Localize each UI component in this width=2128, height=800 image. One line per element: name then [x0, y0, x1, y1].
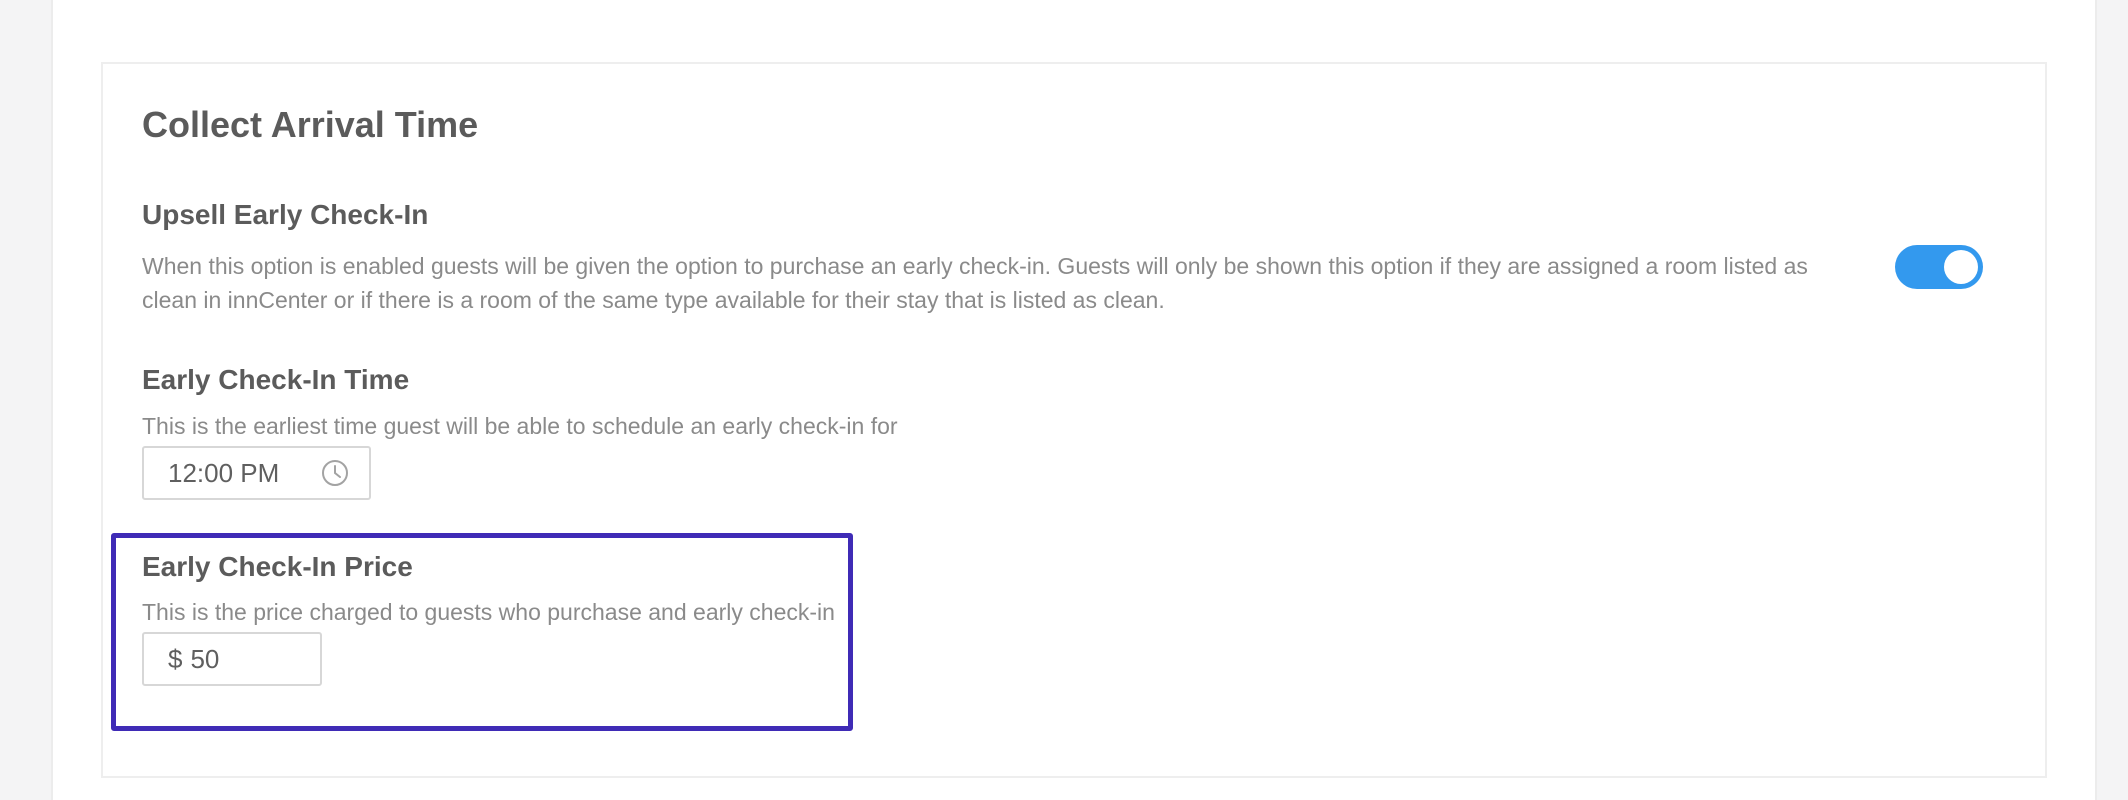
early-checkin-time-input[interactable]: 12:00 PM	[142, 446, 371, 500]
upsell-early-checkin-toggle[interactable]	[1895, 245, 1983, 289]
toggle-knob	[1944, 250, 1978, 284]
time-value: 12:00 PM	[168, 457, 280, 488]
upsell-early-checkin-title: Upsell Early Check-In	[142, 199, 429, 230]
clock-icon[interactable]	[321, 459, 349, 487]
early-checkin-time-title: Early Check-In Time	[142, 364, 410, 395]
section-title: Collect Arrival Time	[142, 104, 479, 145]
early-checkin-time-description: This is the earliest time guest will be …	[142, 413, 898, 439]
highlight-frame	[111, 533, 853, 731]
upsell-early-checkin-description: When this option is enabled guests will …	[142, 253, 1808, 313]
